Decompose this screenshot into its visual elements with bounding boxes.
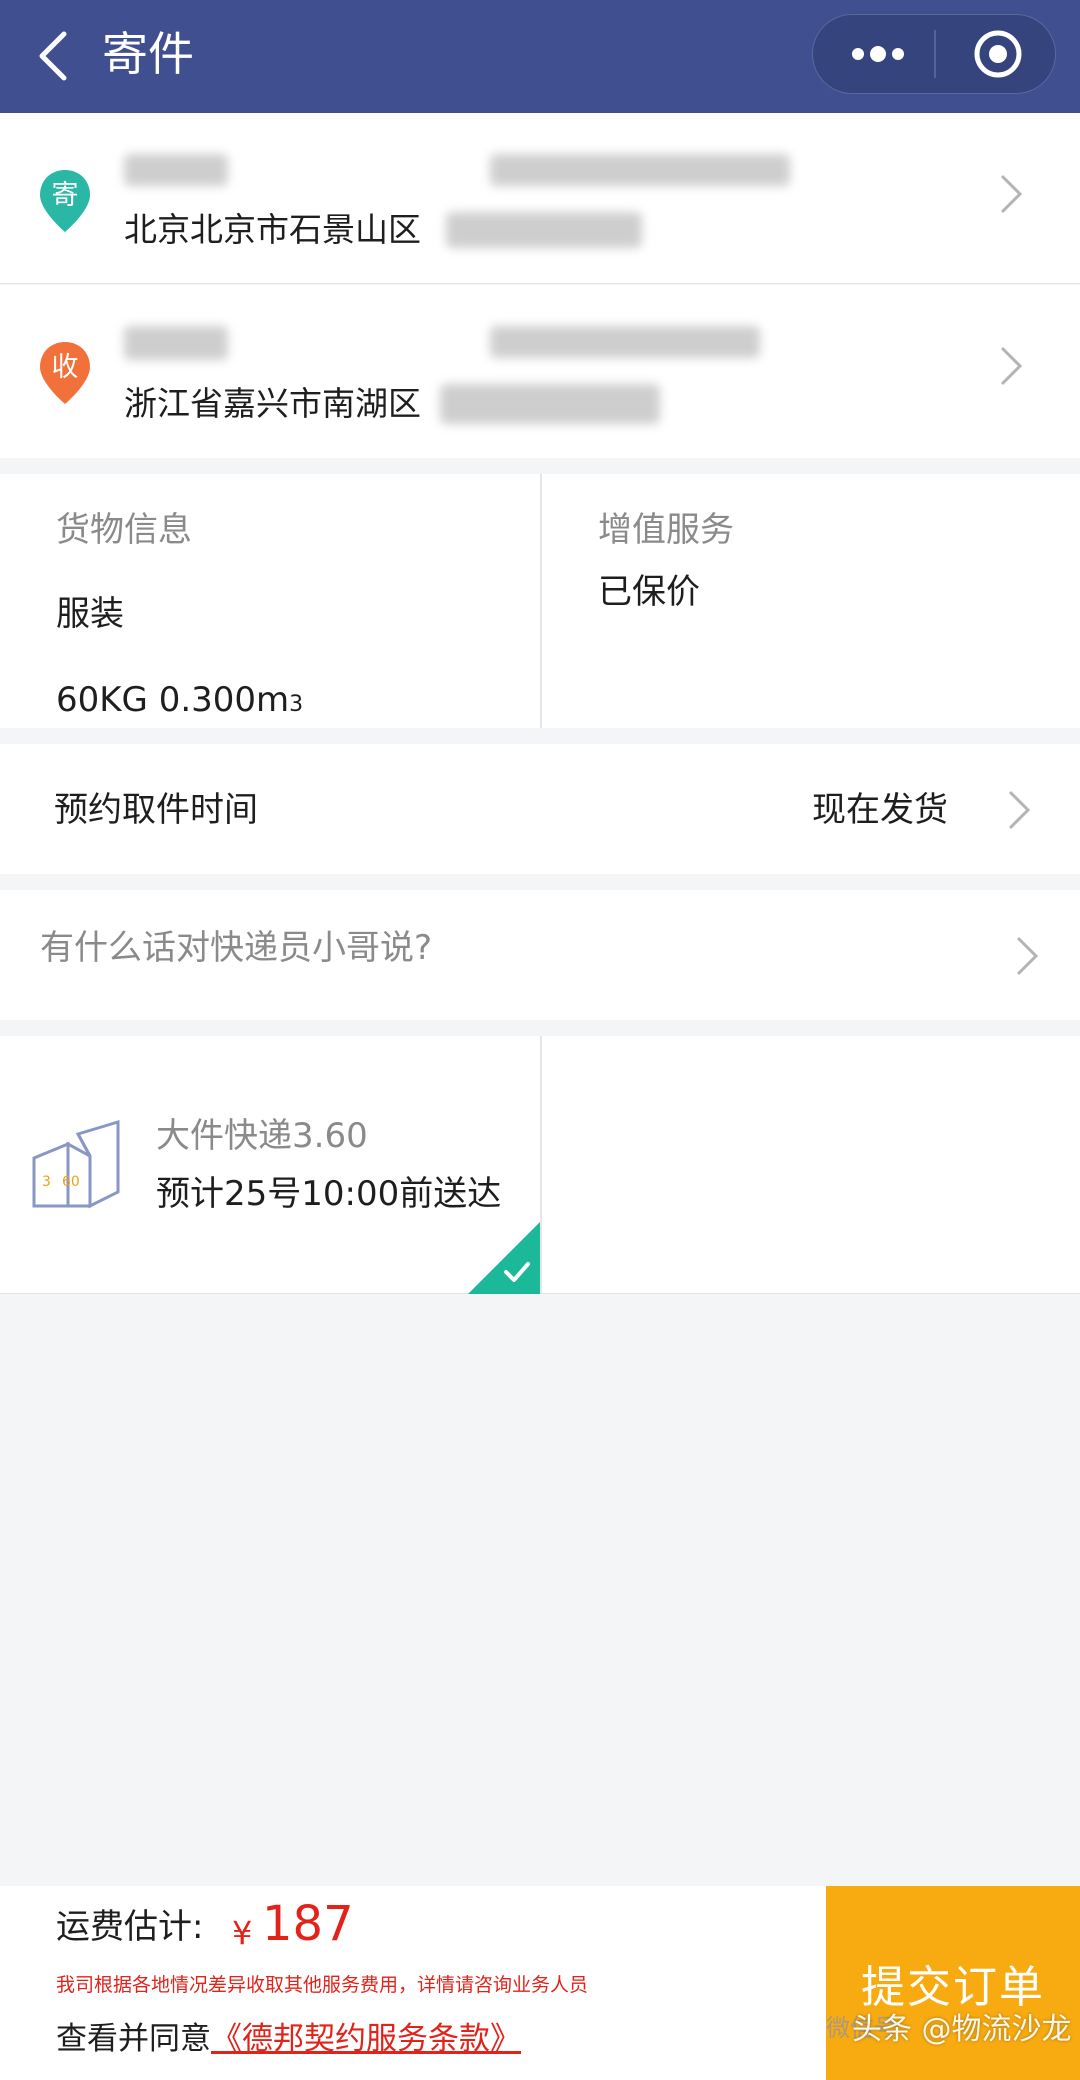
fee-disclaimer: 我司根据各地情况差异收取其他服务费用，详情请咨询业务人员 bbox=[56, 1974, 589, 1996]
goods-name[interactable]: 服装 bbox=[56, 592, 124, 636]
courier-note-placeholder: 有什么话对快递员小哥说? bbox=[40, 928, 433, 968]
fee-amount: 187 bbox=[262, 1896, 354, 1952]
svg-text:寄: 寄 bbox=[52, 180, 79, 211]
terms-prefix: 查看并同意 bbox=[56, 2021, 211, 2057]
note-chevron-icon bbox=[1016, 936, 1039, 976]
receiver-pin-icon: 收 bbox=[40, 342, 90, 404]
service-options-divider bbox=[540, 1036, 542, 1294]
pickup-time-value: 现在发货 bbox=[812, 790, 948, 830]
goods-spec[interactable]: 60KG 0.300m3 bbox=[56, 678, 303, 727]
toutiao-watermark: 头条 @物流沙龙 bbox=[852, 2012, 1072, 2047]
back-arrow-icon[interactable] bbox=[34, 28, 74, 84]
sender-name-blurred bbox=[124, 154, 228, 186]
submit-order-button[interactable]: 提交订单 bbox=[826, 1886, 1080, 2080]
sender-address-text: 北京北京市石景山区 bbox=[124, 210, 421, 249]
pickup-chevron-icon bbox=[1008, 790, 1031, 830]
receiver-address-text: 浙江省嘉兴市南湖区 bbox=[124, 384, 421, 423]
terms-link[interactable]: 《德邦契约服务条款》 bbox=[211, 2021, 521, 2057]
sender-address-detail-blurred bbox=[446, 212, 642, 248]
goods-info-label: 货物信息 bbox=[56, 510, 192, 550]
receiver-phone-blurred bbox=[490, 326, 760, 358]
goods-spec-superscript: 3 bbox=[289, 692, 304, 717]
value-added-value[interactable]: 已保价 bbox=[598, 570, 700, 614]
fee-currency-symbol: ¥ bbox=[232, 1914, 253, 1952]
goods-spec-text: 60KG 0.300m bbox=[56, 680, 290, 720]
goods-service-divider bbox=[540, 474, 542, 728]
large-parcel-box-icon: 3 60 bbox=[32, 1119, 120, 1209]
sender-phone-blurred bbox=[490, 154, 790, 186]
svg-text:3: 3 bbox=[42, 1174, 51, 1190]
receiver-address-detail-blurred bbox=[440, 384, 660, 424]
service-name[interactable]: 大件快递3.60 bbox=[156, 1114, 368, 1158]
pickup-time-label: 预约取件时间 bbox=[54, 790, 258, 830]
receiver-address-card[interactable] bbox=[0, 285, 1080, 458]
terms-agreement: 查看并同意《德邦契约服务条款》 bbox=[56, 2016, 521, 2062]
receiver-name-blurred bbox=[124, 326, 228, 360]
more-dots-icon[interactable] bbox=[846, 34, 910, 74]
svg-text:60: 60 bbox=[62, 1174, 80, 1190]
sender-address-card[interactable] bbox=[0, 113, 1080, 284]
page-title: 寄件 bbox=[102, 27, 194, 81]
close-miniprogram-icon[interactable] bbox=[972, 28, 1024, 80]
receiver-chevron-icon bbox=[1000, 346, 1023, 386]
sender-chevron-icon bbox=[1000, 174, 1023, 214]
value-added-label: 增值服务 bbox=[598, 510, 734, 550]
svg-text:收: 收 bbox=[52, 352, 79, 383]
selected-check-icon bbox=[468, 1222, 540, 1294]
sender-pin-icon: 寄 bbox=[40, 170, 90, 232]
service-eta: 预计25号10:00前送达 bbox=[156, 1174, 502, 1214]
fee-estimate-label: 运费估计: bbox=[56, 1907, 204, 1947]
capsule-divider bbox=[934, 30, 936, 78]
